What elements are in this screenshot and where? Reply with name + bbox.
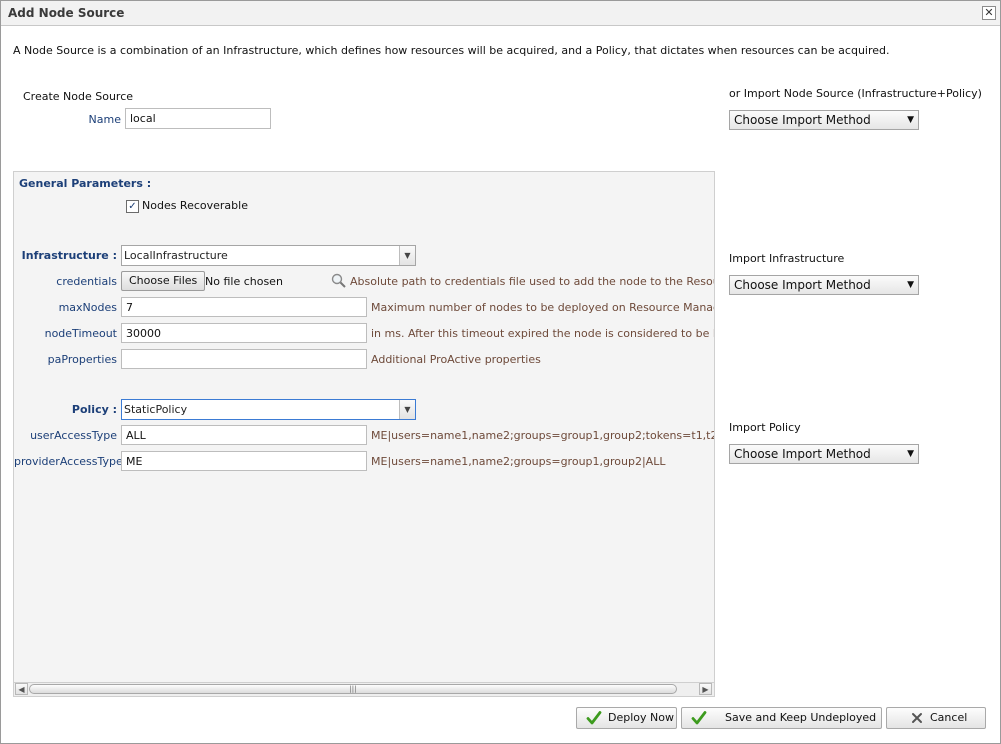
save-keep-undeployed-label: Save and Keep Undeployed [725, 711, 877, 724]
choose-files-button[interactable]: Choose Files [121, 271, 206, 291]
add-node-source-dialog: Add Node Source ✕ A Node Source is a com… [0, 0, 1001, 744]
chevron-down-icon[interactable]: ▼ [399, 246, 415, 265]
search-icon [331, 273, 346, 288]
check-icon [691, 711, 707, 725]
name-input[interactable] [125, 108, 271, 129]
infrastructure-value: LocalInfrastructure [124, 249, 228, 262]
deploy-now-button[interactable]: Deploy Now [576, 707, 677, 729]
scroll-grip: ||| [349, 685, 357, 693]
dropdown-arrow-icon: ▼ [907, 280, 914, 290]
nodetimeout-hint: in ms. After this timeout expired the no… [371, 327, 715, 340]
import-policy-select-value: Choose Import Method [734, 447, 871, 461]
cancel-icon [912, 713, 922, 723]
paproperties-label: paProperties [47, 353, 117, 366]
maxnodes-label: maxNodes [58, 301, 117, 314]
credentials-label: credentials [56, 275, 117, 288]
infrastructure-label: Infrastructure : [21, 249, 117, 262]
nodetimeout-label: nodeTimeout [44, 327, 117, 340]
import-infrastructure-select[interactable]: Choose Import Method ▼ [729, 275, 919, 295]
useraccesstype-input[interactable] [121, 425, 367, 445]
maxnodes-hint: Maximum number of nodes to be deployed o… [371, 301, 714, 314]
close-icon: ✕ [984, 6, 994, 19]
nodes-recoverable-label: Nodes Recoverable [142, 199, 248, 212]
dropdown-arrow-icon: ▼ [907, 115, 914, 125]
import-node-source-label: or Import Node Source (Infrastructure+Po… [729, 87, 982, 100]
import-policy-select[interactable]: Choose Import Method ▼ [729, 444, 919, 464]
cancel-label: Cancel [930, 711, 968, 724]
provideraccesstype-hint: ME|users=name1,name2;groups=group1,group… [371, 455, 666, 468]
nodetimeout-input[interactable] [121, 323, 367, 343]
infrastructure-select[interactable]: LocalInfrastructure ▼ [121, 245, 416, 266]
policy-value: StaticPolicy [124, 403, 188, 416]
import-infrastructure-select-value: Choose Import Method [734, 278, 871, 292]
save-keep-undeployed-button[interactable]: Save and Keep Undeployed [681, 707, 882, 729]
policy-label: Policy : [71, 403, 117, 416]
cancel-button[interactable]: Cancel [886, 707, 986, 729]
nodes-recoverable-checkbox[interactable]: ✓ [126, 200, 139, 213]
paproperties-input[interactable] [121, 349, 367, 369]
scroll-right-arrow-icon[interactable]: ▶ [699, 683, 712, 695]
parameters-panel: General Parameters : ✓ Nodes Recoverable… [13, 171, 715, 697]
provideraccesstype-input[interactable] [121, 451, 367, 471]
useraccesstype-label: userAccessType [30, 429, 117, 442]
create-node-source-heading: Create Node Source [23, 90, 134, 103]
dialog-title: Add Node Source [8, 6, 125, 20]
check-icon [586, 711, 602, 725]
import-policy-label: Import Policy [729, 421, 801, 434]
description-text: A Node Source is a combination of an Inf… [13, 44, 890, 57]
import-infrastructure-label: Import Infrastructure [729, 252, 845, 265]
import-node-source-select[interactable]: Choose Import Method ▼ [729, 110, 919, 130]
import-node-source-select-value: Choose Import Method [734, 113, 871, 127]
chevron-down-icon[interactable]: ▼ [399, 400, 415, 419]
close-button[interactable]: ✕ [982, 6, 996, 20]
deploy-now-label: Deploy Now [608, 711, 674, 724]
scroll-left-arrow-icon[interactable]: ◀ [15, 683, 28, 695]
paproperties-hint: Additional ProActive properties [371, 353, 541, 366]
horizontal-scrollbar[interactable]: ◀ ||| ▶ [14, 682, 714, 696]
name-label: Name [88, 113, 121, 126]
scroll-thumb[interactable]: ||| [29, 684, 677, 694]
useraccesstype-hint: ME|users=name1,name2;groups=group1,group… [371, 429, 715, 442]
maxnodes-input[interactable] [121, 297, 367, 317]
credentials-hint: Absolute path to credentials file used t… [350, 275, 714, 288]
provideraccesstype-label: providerAccessType [14, 455, 123, 468]
policy-select[interactable]: StaticPolicy ▼ [121, 399, 416, 420]
checkmark-icon: ✓ [128, 201, 137, 212]
file-status-text: No file chosen [205, 275, 283, 288]
title-bar[interactable]: Add Node Source ✕ [1, 1, 1000, 26]
general-parameters-heading: General Parameters : [19, 177, 152, 190]
dropdown-arrow-icon: ▼ [907, 449, 914, 459]
